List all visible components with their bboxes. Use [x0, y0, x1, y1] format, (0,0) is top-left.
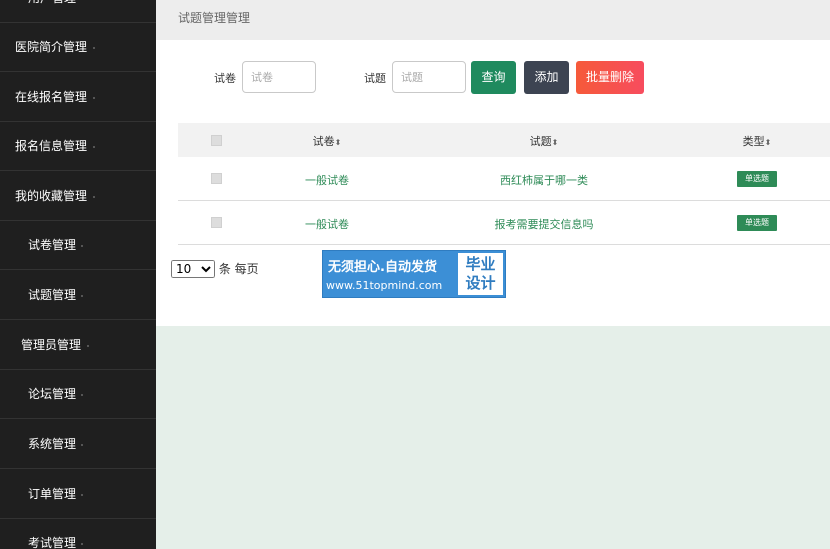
sidebar-item-label: 论坛管理: [28, 387, 77, 401]
sidebar-item-label: 考试管理: [28, 536, 77, 549]
sidebar-item-questions[interactable]: 试题管理: [0, 271, 156, 320]
sidebar-item-label: 在线报名管理: [15, 90, 88, 104]
chevron-icon: [93, 97, 95, 99]
sidebar-item-exams[interactable]: 考试管理: [0, 519, 156, 549]
sort-icon: ⬍: [764, 138, 772, 147]
chevron-icon: [81, 394, 83, 396]
chevron-icon: [81, 444, 83, 446]
sidebar-item-label: 试卷管理: [28, 238, 77, 252]
table-header: 试卷⬍ 试题⬍ 类型⬍: [178, 123, 830, 157]
sidebar-item-registration-info[interactable]: 报名信息管理: [0, 122, 156, 171]
sidebar-item-forum[interactable]: 论坛管理: [0, 370, 156, 419]
row-checkbox[interactable]: [211, 217, 222, 228]
chevron-icon: [81, 245, 83, 247]
sidebar-item-user-management[interactable]: 用户管理: [0, 0, 156, 23]
page-size-select[interactable]: 10: [171, 260, 215, 278]
cell-paper: 一般试卷: [305, 174, 349, 187]
paper-search-input[interactable]: [242, 61, 316, 93]
question-search-input[interactable]: [392, 61, 466, 93]
column-header-type[interactable]: 类型⬍: [743, 133, 772, 149]
chevron-icon: [81, 295, 83, 297]
batch-delete-button[interactable]: 批量删除: [576, 61, 644, 94]
sidebar-item-label: 订单管理: [28, 487, 77, 501]
promo-slogan: 无须担心.自动发货: [328, 260, 437, 275]
chevron-icon: [81, 543, 83, 545]
page-size-suffix: 条 每页: [218, 262, 259, 276]
sidebar-item-orders[interactable]: 订单管理: [0, 470, 156, 519]
sort-icon: ⬍: [551, 138, 559, 147]
question-filter-label: 试题: [364, 72, 386, 85]
type-badge: 单选题: [737, 171, 777, 187]
cell-question: 西红柿属于哪一类: [500, 174, 588, 187]
table-row[interactable]: 一般试卷 报考需要提交信息吗 单选题: [178, 201, 830, 245]
chevron-icon: [93, 146, 95, 148]
sidebar-item-exam-papers[interactable]: 试卷管理: [0, 221, 156, 270]
sidebar-item-label: 系统管理: [28, 437, 77, 451]
sidebar-item-label: 用户管理: [28, 0, 76, 23]
column-header-paper[interactable]: 试卷⬍: [313, 133, 342, 149]
sidebar-item-label: 管理员管理: [21, 338, 82, 352]
query-button[interactable]: 查询: [471, 61, 516, 94]
pagination: 10 条 每页: [171, 260, 259, 278]
promo-banner[interactable]: 无须担心.自动发货 www.51topmind.com 毕业 设计: [322, 250, 506, 298]
sidebar-item-system[interactable]: 系统管理: [0, 420, 156, 469]
sidebar-item-label: 医院简介管理: [15, 40, 88, 54]
chevron-icon: [93, 47, 95, 49]
chevron-icon: [93, 196, 95, 198]
chevron-icon: [87, 345, 89, 347]
sidebar-item-admins[interactable]: 管理员管理: [0, 321, 156, 370]
sidebar-item-hospital-intro[interactable]: 医院简介管理: [0, 23, 156, 72]
sidebar-item-label: 试题管理: [28, 288, 77, 302]
sidebar-item-my-favorites[interactable]: 我的收藏管理: [0, 172, 156, 221]
sidebar-item-online-registration[interactable]: 在线报名管理: [0, 73, 156, 122]
type-badge: 单选题: [737, 215, 777, 231]
promo-url: www.51topmind.com: [326, 279, 443, 292]
sort-icon: ⬍: [334, 138, 342, 147]
row-checkbox[interactable]: [211, 173, 222, 184]
promo-logo: 毕业 设计: [458, 253, 503, 295]
table-row[interactable]: 一般试卷 西红柿属于哪一类 单选题: [178, 157, 830, 201]
breadcrumb-bar: 试题管理管理: [156, 0, 830, 40]
sidebar-item-label: 我的收藏管理: [15, 189, 88, 203]
chevron-icon: [81, 494, 83, 496]
column-header-question[interactable]: 试题⬍: [530, 133, 559, 149]
cell-question: 报考需要提交信息吗: [494, 218, 594, 231]
breadcrumb: 试题管理管理: [178, 11, 251, 25]
cell-paper: 一般试卷: [305, 218, 349, 231]
select-all-checkbox[interactable]: [211, 135, 222, 146]
sidebar: 用户管理 医院简介管理 在线报名管理 报名信息管理 我的收藏管理 试卷管理 试题…: [0, 0, 156, 549]
sidebar-item-label: 报名信息管理: [15, 139, 88, 153]
paper-filter-label: 试卷: [214, 72, 236, 85]
add-button[interactable]: 添加: [524, 61, 569, 94]
